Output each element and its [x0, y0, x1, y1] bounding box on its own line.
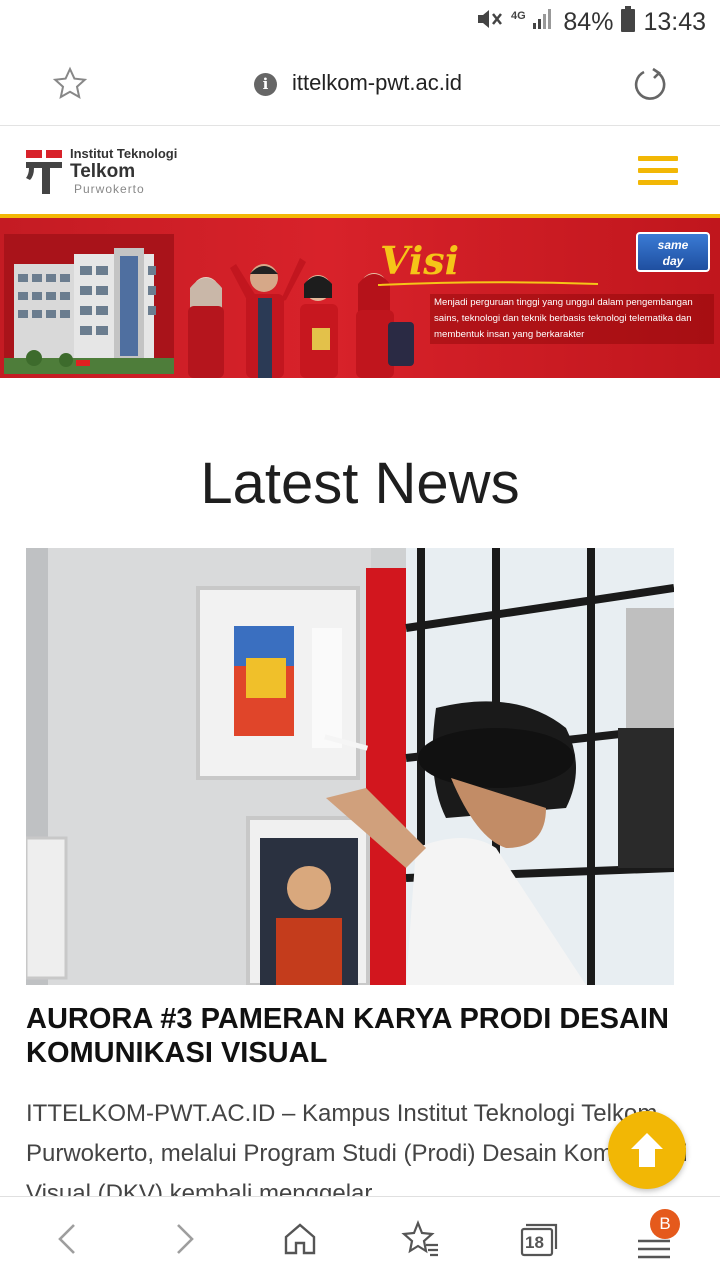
notification-badge: B	[650, 1209, 680, 1239]
telkom-logo-icon	[26, 150, 62, 194]
svg-text:4G: 4G	[511, 10, 526, 22]
status-bar: 4G 84% 13:43	[0, 0, 720, 46]
reload-icon	[634, 67, 666, 100]
scroll-to-top-button[interactable]	[608, 1111, 686, 1189]
logo-line3: Purwokerto	[74, 182, 145, 196]
logo-line2: Telkom	[70, 161, 136, 182]
arrow-up-icon	[631, 1133, 663, 1167]
banner-title: Visi	[380, 238, 460, 283]
battery-percent: 84%	[563, 8, 614, 36]
site-info-icon[interactable]: i	[254, 73, 277, 96]
badge-line2: day	[662, 254, 684, 268]
banner-text: Menjadi perguruan tinggi yang unggul dal…	[430, 294, 714, 344]
banner-underline	[378, 281, 598, 286]
status-icons: 4G 84% 13:43	[475, 6, 706, 39]
hero-banner[interactable]: Visi Menjadi perguruan tinggi yang unggu…	[0, 214, 720, 378]
mute-icon	[475, 7, 503, 38]
news-image[interactable]	[26, 548, 674, 985]
logo-line1: Institut Teknologi	[70, 146, 178, 161]
badge-line1: same	[657, 238, 689, 252]
tab-count: 18	[525, 1233, 544, 1252]
site-logo[interactable]: Institut Teknologi Telkom Purwokerto	[26, 146, 196, 198]
tabs-button[interactable]: 18	[516, 1217, 560, 1261]
back-button[interactable]	[46, 1217, 90, 1261]
battery-icon	[621, 6, 636, 39]
browser-bottom-nav: 18 B	[0, 1196, 720, 1280]
bookmark-star-button[interactable]	[52, 66, 88, 102]
network-icon: 4G	[511, 7, 555, 38]
home-button[interactable]	[278, 1217, 322, 1261]
menu-hamburger-button[interactable]	[638, 156, 678, 186]
reload-button[interactable]	[632, 66, 670, 104]
bookmarks-star-icon	[401, 1220, 438, 1257]
url-field[interactable]: ittelkom-pwt.ac.id	[292, 70, 462, 96]
site-header: Institut Teknologi Telkom Purwokerto	[0, 126, 720, 214]
news-photo	[26, 548, 674, 985]
clock: 13:43	[643, 8, 706, 36]
hamburger-bar	[638, 156, 678, 161]
home-icon	[284, 1223, 316, 1255]
campus-building-image	[4, 234, 174, 374]
hamburger-bar	[638, 180, 678, 185]
same-day-badge: same day	[636, 232, 710, 272]
hamburger-bar	[638, 168, 678, 173]
chevron-left-icon	[58, 1224, 75, 1254]
chevron-right-icon	[177, 1224, 194, 1254]
forward-button[interactable]	[162, 1217, 206, 1261]
star-icon	[52, 66, 88, 99]
section-title: Latest News	[200, 451, 520, 516]
browser-address-bar: i ittelkom-pwt.ac.id	[0, 46, 720, 126]
news-headline[interactable]: AURORA #3 PAMERAN KARYA PRODI DESAIN KOM…	[26, 1002, 694, 1070]
bookmarks-button[interactable]	[398, 1217, 442, 1261]
